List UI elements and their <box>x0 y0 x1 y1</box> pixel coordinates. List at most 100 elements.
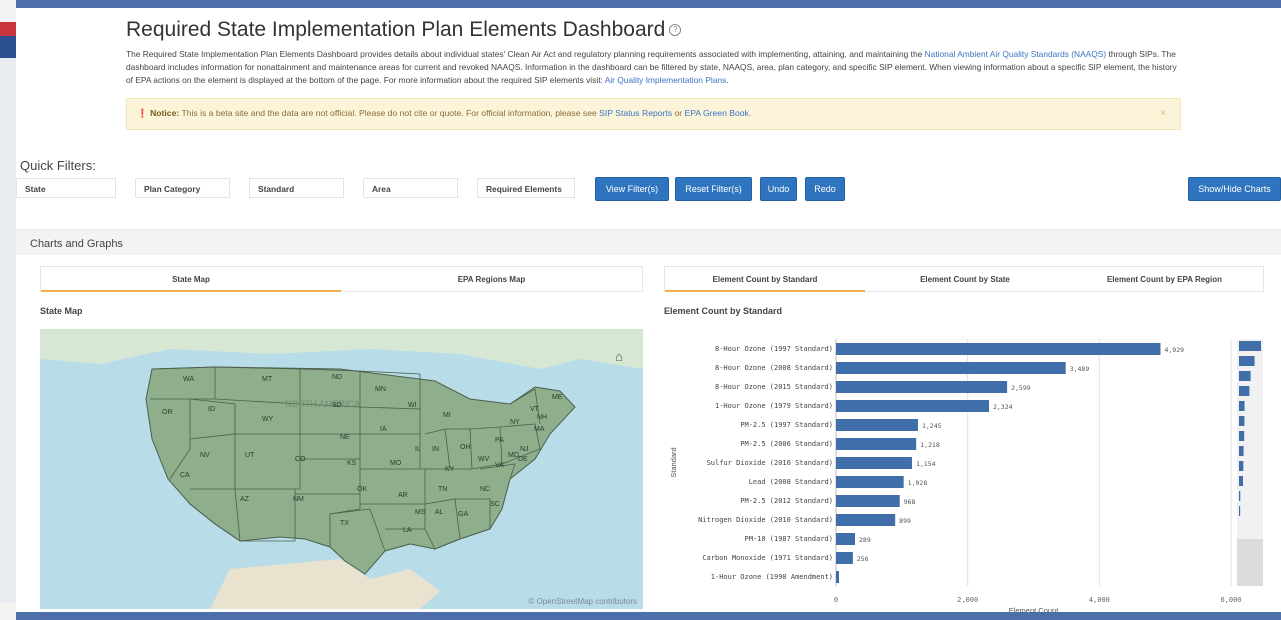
quick-filters-label: Quick Filters: <box>20 158 96 173</box>
state-label-or: OR <box>162 409 173 416</box>
tab-state-map[interactable]: State Map <box>41 267 341 292</box>
state-label-nv: NV <box>200 452 210 459</box>
tab-epa-regions-map[interactable]: EPA Regions Map <box>341 267 642 292</box>
dashboard-page: Required State Implementation Plan Eleme… <box>16 8 1281 612</box>
bar[interactable] <box>836 381 1008 393</box>
reset-filters-button[interactable]: Reset Filter(s) <box>675 177 752 201</box>
navigator-bar <box>1239 491 1241 501</box>
category-label: 1-Hour Ozone (1990 Amendment) <box>711 573 833 581</box>
intro-part3: . <box>726 75 729 85</box>
bar[interactable] <box>836 495 900 507</box>
category-label: 1-Hour Ozone (1979 Standard) <box>715 402 833 410</box>
navigator-bar <box>1239 386 1250 396</box>
filter-plan-category[interactable]: Plan Category <box>135 178 230 198</box>
strip-blue-band <box>0 36 16 58</box>
implementation-plans-link[interactable]: Air Quality Implementation Plans <box>605 75 727 85</box>
map-tabs: State Map EPA Regions Map <box>40 266 643 292</box>
state-label-ia: IA <box>380 426 387 433</box>
state-label-nj: NJ <box>520 446 529 453</box>
state-label-ms: MS <box>415 509 426 516</box>
state-label-ar: AR <box>398 492 408 499</box>
bar[interactable] <box>836 343 1161 355</box>
state-label-me: ME <box>552 394 563 401</box>
notice-text: This is a beta site and the data are not… <box>179 108 600 118</box>
filter-standard[interactable]: Standard <box>249 178 344 198</box>
state-map[interactable]: NORTH AMERICA WA MT ND MN OR ID SD WI MI WY NE IA NY… <box>40 329 643 609</box>
state-label-il: IL <box>415 446 421 453</box>
header: Required State Implementation Plan Eleme… <box>126 18 1186 87</box>
bar[interactable] <box>836 533 856 545</box>
state-label-nc: NC <box>480 486 490 493</box>
state-label-tx: TX <box>340 520 349 527</box>
filter-state[interactable]: State <box>16 178 116 198</box>
state-label-ny: NY <box>510 419 520 426</box>
state-label-mi: MI <box>443 412 451 419</box>
filter-area[interactable]: Area <box>363 178 458 198</box>
state-label-ga: GA <box>458 511 468 518</box>
chart-panel-title: Element Count by Standard <box>664 306 783 316</box>
state-label-ky: KY <box>445 466 455 473</box>
redo-button[interactable]: Redo <box>805 177 845 201</box>
state-label-sc: SC <box>490 501 500 508</box>
category-label: 8-Hour Ozone (1997 Standard) <box>715 345 833 353</box>
green-book-link[interactable]: EPA Green Book <box>685 108 749 118</box>
bar[interactable] <box>836 419 918 431</box>
bar-value-label: 1,245 <box>922 422 942 430</box>
bar[interactable] <box>836 571 839 583</box>
state-label-ne: NE <box>340 434 350 441</box>
strip-red-band <box>0 22 16 36</box>
filter-required-elements[interactable]: Required Elements <box>477 178 575 198</box>
category-label: Carbon Monoxide (1971 Standard) <box>702 554 833 562</box>
bar-value-label: 1,218 <box>920 441 940 449</box>
navigator-bar <box>1239 446 1244 456</box>
category-label: PM-2.5 (2006 Standard) <box>740 440 833 448</box>
category-label: PM-2.5 (2012 Standard) <box>740 497 833 505</box>
state-label-wa: WA <box>183 376 194 383</box>
tab-element-count-by-standard[interactable]: Element Count by Standard <box>665 267 865 292</box>
bar-value-label: 289 <box>859 536 871 544</box>
category-label: PM-2.5 (1997 Standard) <box>740 421 833 429</box>
bar-value-label: 2,599 <box>1011 384 1031 392</box>
notice-banner: ❗ Notice: This is a beta site and the da… <box>126 98 1181 130</box>
page-title-text: Required State Implementation Plan Eleme… <box>126 18 666 41</box>
show-hide-charts-button[interactable]: Show/Hide Charts <box>1188 177 1281 201</box>
state-label-in: IN <box>432 446 439 453</box>
intro-part1: The Required State Implementation Plan E… <box>126 49 925 59</box>
bar[interactable] <box>836 552 853 564</box>
chart-scroll-thumb[interactable] <box>1237 539 1263 586</box>
navigator-bar <box>1239 341 1261 351</box>
chart-canvas: 0 2,000 4,000 6,000 8-Hour Ozone (1997 Stand… <box>669 339 1263 612</box>
state-label-az: AZ <box>240 496 250 503</box>
bar[interactable] <box>836 400 989 412</box>
state-label-sd: SD <box>332 402 342 409</box>
bar[interactable] <box>836 514 896 526</box>
state-label-oh: OH <box>460 444 471 451</box>
bar[interactable] <box>836 457 912 469</box>
bar-value-label: 4,929 <box>1164 346 1184 354</box>
state-label-mn: MN <box>375 386 386 393</box>
bar[interactable] <box>836 362 1066 374</box>
state-label-nm: NM <box>293 496 304 503</box>
home-icon[interactable]: ⌂ <box>615 349 623 364</box>
intro-text: The Required State Implementation Plan E… <box>126 48 1186 87</box>
category-label: Sulfur Dioxide (2010 Standard) <box>707 459 833 467</box>
navigator-bar <box>1239 476 1244 486</box>
naaqs-link[interactable]: National Ambient Air Quality Standards (… <box>925 49 1107 59</box>
map-attribution: © OpenStreetMap contributors <box>528 597 637 606</box>
sip-status-reports-link[interactable]: SIP Status Reports <box>599 108 672 118</box>
undo-button[interactable]: Undo <box>760 177 797 201</box>
element-count-chart: 0 2,000 4,000 6,000 8-Hour Ozone (1997 Stand… <box>664 329 1264 612</box>
left-browser-strip <box>0 0 16 620</box>
view-filters-button[interactable]: View Filter(s) <box>595 177 669 201</box>
bar-value-label: 2,324 <box>993 403 1013 411</box>
state-label-ut: UT <box>245 452 255 459</box>
bar[interactable] <box>836 438 917 450</box>
notice-icon: ❗ <box>137 108 148 118</box>
tab-element-count-by-state[interactable]: Element Count by State <box>865 267 1065 292</box>
x-tick-label: 0 <box>834 596 838 604</box>
bar[interactable] <box>836 476 904 488</box>
tab-element-count-by-epa-region[interactable]: Element Count by EPA Region <box>1065 267 1264 292</box>
state-label-wy: WY <box>262 416 274 423</box>
help-icon[interactable]: ? <box>669 24 682 37</box>
close-icon[interactable]: × <box>1160 108 1166 119</box>
